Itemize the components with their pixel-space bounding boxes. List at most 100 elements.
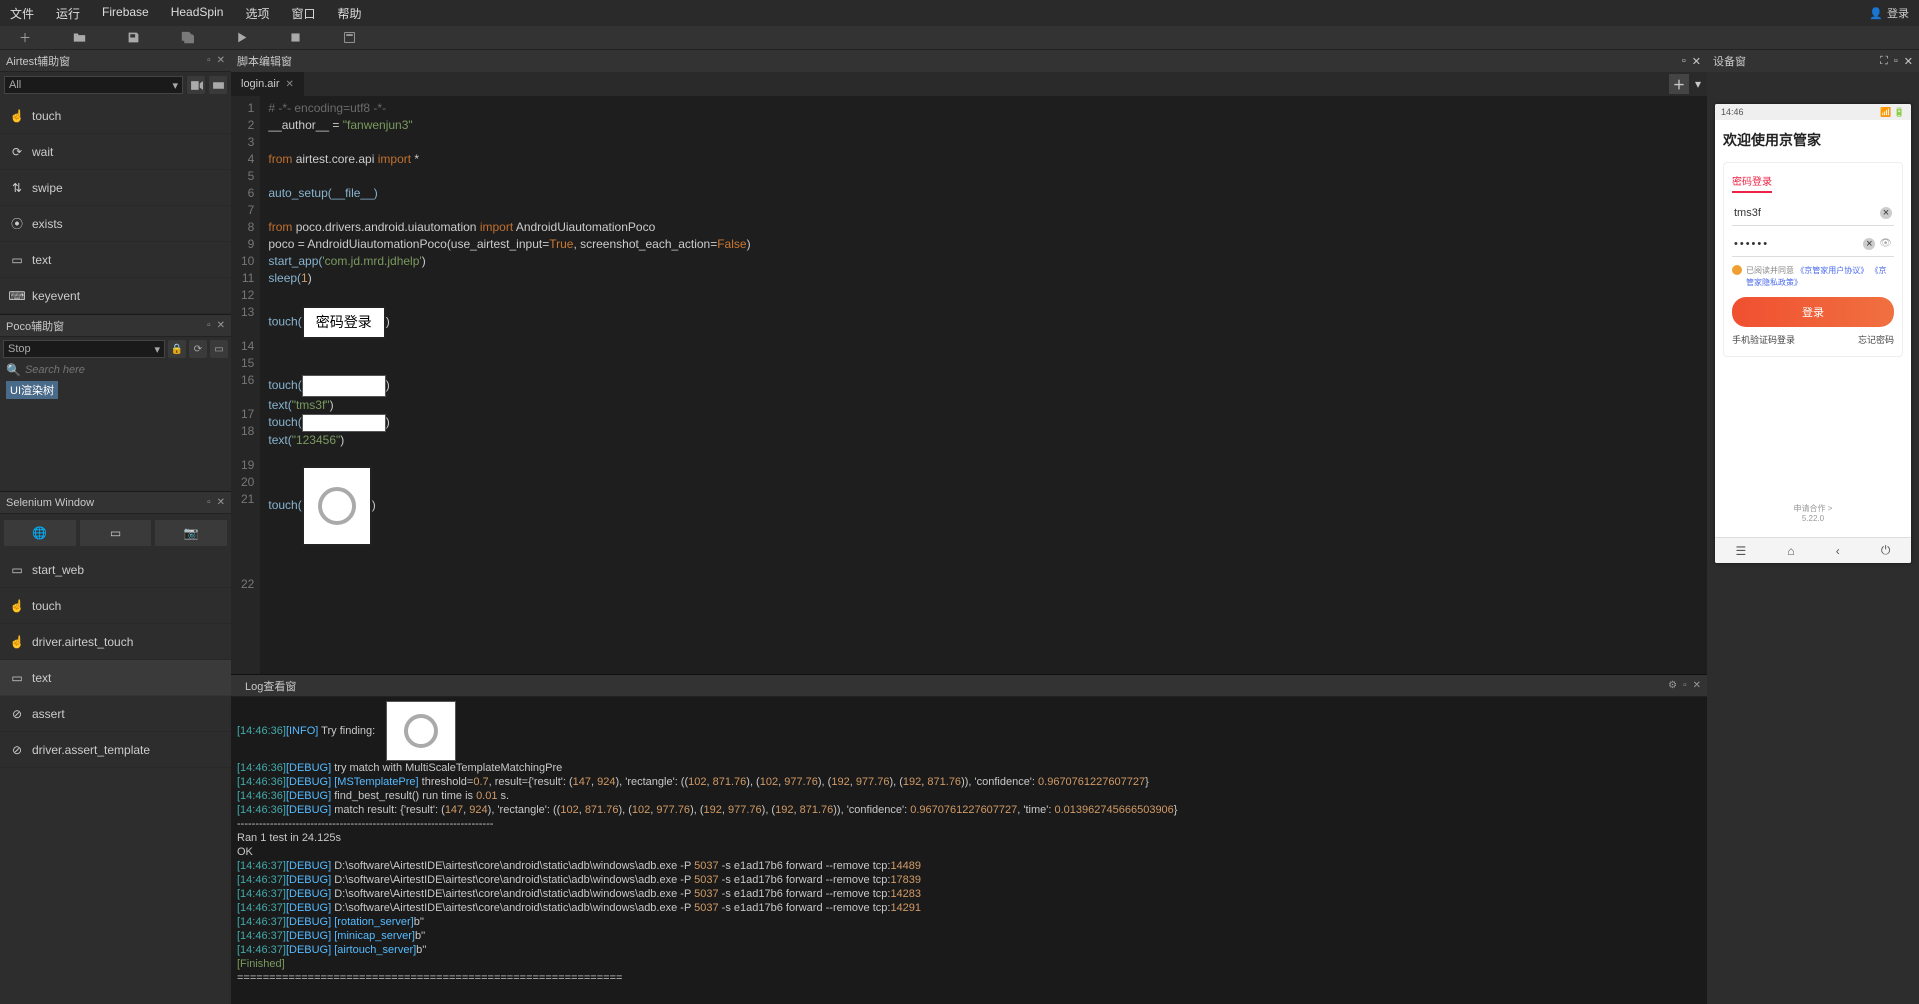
float-icon[interactable]: ▫ bbox=[207, 497, 211, 508]
close-icon[interactable]: ✕ bbox=[1904, 55, 1913, 68]
editor-tab[interactable]: login.air✕ bbox=[231, 72, 304, 96]
close-icon[interactable]: ✕ bbox=[1693, 680, 1701, 691]
float-icon[interactable]: ▫ bbox=[1682, 55, 1686, 68]
poco-search-input[interactable] bbox=[25, 364, 225, 376]
float-icon[interactable]: ▫ bbox=[207, 320, 211, 331]
login-label: 登录 bbox=[1887, 5, 1909, 21]
close-icon[interactable]: ✕ bbox=[217, 497, 225, 508]
poco-mode-dropdown[interactable]: Stop▾ bbox=[3, 340, 165, 358]
clear-icon[interactable]: × bbox=[1880, 207, 1892, 219]
new-file-icon[interactable]: ＋ bbox=[18, 31, 32, 45]
action-keyevent[interactable]: ⌨keyevent bbox=[0, 278, 231, 314]
phone-login-button[interactable]: 登录 bbox=[1732, 297, 1894, 327]
user-agreement-link[interactable]: 《京管家用户协议》 bbox=[1796, 266, 1868, 275]
menu-options[interactable]: 选项 bbox=[245, 5, 269, 22]
template-image-1[interactable]: 密码登录 bbox=[302, 306, 386, 339]
record-button[interactable] bbox=[187, 76, 205, 94]
float-icon[interactable]: ▫ bbox=[1683, 680, 1687, 691]
sel-assert-template[interactable]: ⊘driver.assert_template bbox=[0, 732, 231, 768]
poco-record-button[interactable]: ▭ bbox=[210, 340, 228, 358]
sel-touch[interactable]: ☝touch bbox=[0, 588, 231, 624]
run-icon[interactable] bbox=[234, 31, 248, 45]
close-icon[interactable]: ✕ bbox=[217, 320, 225, 331]
new-tab-button[interactable]: ＋ bbox=[1669, 74, 1689, 94]
code-text: True bbox=[549, 237, 573, 251]
menu-help[interactable]: 帮助 bbox=[337, 5, 361, 22]
code-text: , screenshot_each_action= bbox=[573, 237, 717, 251]
touch-icon: ☝ bbox=[10, 109, 24, 123]
phone-navbar: ☰ ⌂ ‹ ⏻ bbox=[1715, 537, 1911, 563]
sel-assert[interactable]: ⊘assert bbox=[0, 696, 231, 732]
log-title: Log查看窗 bbox=[237, 678, 296, 694]
action-touch[interactable]: ☝touch bbox=[0, 98, 231, 134]
device-screen[interactable]: 14:46 📶 🔋 欢迎使用京管家 密码登录 tms3f × •••••• ×👁 bbox=[1707, 72, 1919, 1004]
forgot-password-link[interactable]: 忘记密码 bbox=[1858, 333, 1894, 346]
code-text: ) bbox=[372, 498, 376, 512]
float-icon[interactable]: ▫ bbox=[207, 55, 211, 66]
action-wait[interactable]: ⟳wait bbox=[0, 134, 231, 170]
code-editor[interactable]: 12345678910111213141516171819202122 # -*… bbox=[231, 96, 1707, 674]
open-file-icon[interactable] bbox=[72, 31, 86, 45]
action-swipe[interactable]: ⇅swipe bbox=[0, 170, 231, 206]
apply-link[interactable]: 申请合作 > bbox=[1723, 503, 1903, 514]
menu-run[interactable]: 运行 bbox=[56, 5, 80, 22]
home-nav-icon[interactable]: ⌂ bbox=[1787, 544, 1794, 558]
phone-login-tab[interactable]: 密码登录 bbox=[1732, 173, 1772, 193]
filter-icon[interactable]: ⚙ bbox=[1668, 680, 1677, 691]
poco-refresh-button[interactable]: ⟳ bbox=[189, 340, 207, 358]
sms-login-link[interactable]: 手机验证码登录 bbox=[1732, 333, 1795, 346]
settings-button[interactable] bbox=[209, 76, 227, 94]
action-exists[interactable]: ⦿exists bbox=[0, 206, 231, 242]
action-label: swipe bbox=[32, 181, 63, 195]
close-icon[interactable]: ✕ bbox=[1692, 55, 1701, 68]
phone-time: 14:46 bbox=[1721, 107, 1744, 117]
code-text: ) bbox=[340, 433, 344, 447]
selenium-record-button[interactable]: 📷 bbox=[155, 520, 227, 546]
ui-tree-root[interactable]: UI渲染树 bbox=[6, 381, 58, 399]
stop-icon[interactable] bbox=[288, 31, 302, 45]
tab-close-icon[interactable]: ✕ bbox=[286, 79, 294, 90]
chevron-down-icon: ▾ bbox=[154, 343, 160, 356]
action-text[interactable]: ▭text bbox=[0, 242, 231, 278]
sel-start-web[interactable]: ▭start_web bbox=[0, 552, 231, 588]
log-output[interactable]: [14:46:36][INFO] Try finding: [14:46:36]… bbox=[231, 697, 1707, 1004]
close-icon[interactable]: ✕ bbox=[217, 55, 225, 66]
selenium-window-button[interactable]: ▭ bbox=[80, 520, 152, 546]
code-text: from bbox=[268, 220, 292, 234]
sel-airtest-touch[interactable]: ☝driver.airtest_touch bbox=[0, 624, 231, 660]
checkbox-icon[interactable] bbox=[1732, 265, 1742, 275]
template-image-2[interactable] bbox=[302, 375, 386, 397]
phone-password-input[interactable]: •••••• ×👁 bbox=[1732, 232, 1894, 257]
selenium-globe-button[interactable]: 🌐 bbox=[4, 520, 76, 546]
login-link[interactable]: 👤 登录 bbox=[1869, 5, 1909, 21]
wait-icon: ⟳ bbox=[10, 145, 24, 159]
chevron-down-icon[interactable]: ▾ bbox=[1695, 77, 1701, 91]
poco-lock-button[interactable]: 🔒 bbox=[168, 340, 186, 358]
menu-file[interactable]: 文件 bbox=[10, 5, 34, 22]
code-content[interactable]: # -*- encoding=utf8 -*- __author__ = "fa… bbox=[260, 96, 1707, 674]
menu-nav-icon[interactable]: ☰ bbox=[1736, 544, 1747, 558]
code-text: start_app( bbox=[268, 254, 322, 268]
menu-window[interactable]: 窗口 bbox=[291, 5, 315, 22]
power-nav-icon[interactable]: ⏻ bbox=[1881, 543, 1891, 558]
template-image-4[interactable] bbox=[302, 466, 372, 546]
clear-icon[interactable]: × bbox=[1863, 238, 1875, 250]
float-icon[interactable]: ▫ bbox=[1894, 55, 1898, 68]
template-image-3[interactable] bbox=[302, 414, 386, 432]
code-text: auto_setup(__file__) bbox=[268, 186, 377, 200]
back-nav-icon[interactable]: ‹ bbox=[1836, 544, 1840, 558]
phone-username-input[interactable]: tms3f × bbox=[1732, 201, 1894, 226]
save-icon[interactable] bbox=[126, 31, 140, 45]
menu-headspin[interactable]: HeadSpin bbox=[171, 5, 224, 22]
code-text: poco.drivers.android.uiautomation bbox=[292, 220, 479, 234]
eye-icon[interactable]: 👁 bbox=[1879, 238, 1892, 250]
expand-icon[interactable]: ⛶ bbox=[1880, 55, 1888, 68]
sel-text[interactable]: ▭text bbox=[0, 660, 231, 696]
code-text: ) bbox=[330, 398, 334, 412]
saveall-icon[interactable] bbox=[180, 31, 194, 45]
menu-firebase[interactable]: Firebase bbox=[102, 5, 149, 22]
phone-agreement[interactable]: 已阅读并同意 《京管家用户协议》 《京管家隐私政策》 bbox=[1732, 265, 1894, 289]
code-text: "123456" bbox=[292, 433, 341, 447]
airtest-filter-dropdown[interactable]: All▾ bbox=[4, 76, 183, 94]
report-icon[interactable] bbox=[342, 31, 356, 45]
